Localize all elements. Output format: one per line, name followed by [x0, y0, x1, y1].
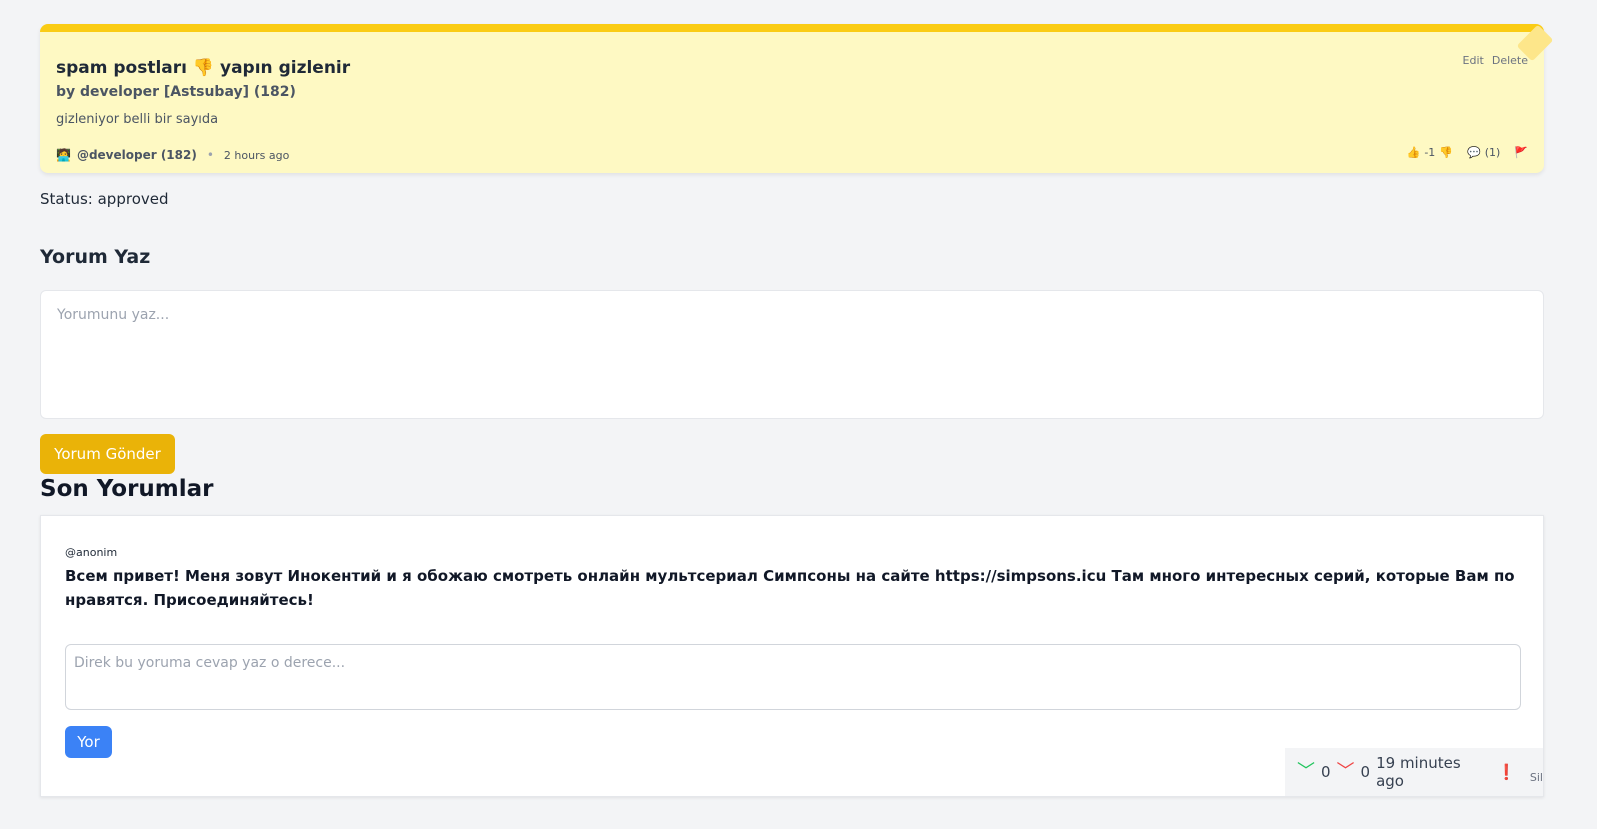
- post-stats: 👍 -1 👎 💬 (1) 🚩: [1407, 146, 1528, 159]
- speech-bubble-icon: 💬: [1467, 146, 1481, 159]
- post-card: spam postları 👎 yapın gizlenir by develo…: [40, 24, 1554, 173]
- post-score: -1: [1424, 146, 1436, 159]
- comment-text: Всем привет! Меня зовут Инокентий и я об…: [65, 567, 1515, 609]
- post-body: gizleniyor belli bir sayıda: [56, 112, 219, 127]
- meta-separator: •: [206, 148, 214, 162]
- upvote-count: 0: [1321, 763, 1331, 781]
- post-user-handle[interactable]: @developer (182): [77, 148, 197, 162]
- reply-input[interactable]: [65, 644, 1521, 710]
- reply-button[interactable]: Yor: [65, 726, 112, 758]
- thumbs-up-icon[interactable]: 👍: [1407, 146, 1421, 159]
- comment-time: 19 minutes ago: [1376, 754, 1461, 790]
- comment-footer: ﹀ 0 ﹀ 0 19 minutes ago ❗ Sil: [1285, 748, 1543, 796]
- upvote-chevron-icon[interactable]: ﹀: [1297, 763, 1315, 781]
- delete-comment-link[interactable]: Sil: [1530, 771, 1543, 784]
- report-icon[interactable]: ❗: [1497, 763, 1516, 781]
- downvote-chevron-icon[interactable]: ﹀: [1337, 763, 1355, 781]
- flag-icon[interactable]: 🚩: [1514, 146, 1528, 159]
- vote-group: 👍 -1 👎: [1407, 146, 1453, 159]
- post-title: spam postları 👎 yapın gizlenir: [56, 58, 351, 78]
- post-time: 2 hours ago: [223, 148, 290, 162]
- delete-link[interactable]: Delete: [1492, 54, 1528, 67]
- post-author: by developer [Astsubay] (182): [56, 84, 296, 100]
- post-meta: 🧑‍💻 @developer (182) • 2 hours ago: [56, 148, 289, 162]
- recent-comments-heading: Son Yorumlar: [40, 476, 214, 502]
- thumbs-down-icon[interactable]: 👎: [1439, 146, 1453, 159]
- downvote-count: 0: [1360, 763, 1371, 781]
- comment-count-group[interactable]: 💬 (1): [1467, 146, 1500, 159]
- submit-comment-button[interactable]: Yorum Gönder: [40, 434, 175, 474]
- comment-form-heading: Yorum Yaz: [40, 246, 151, 268]
- comment-card: @anonim Всем привет! Меня зовут Инокенти…: [40, 515, 1544, 797]
- user-avatar-icon: 🧑‍💻: [56, 148, 71, 162]
- comment-count: (1): [1484, 146, 1501, 159]
- edit-link[interactable]: Edit: [1463, 54, 1484, 67]
- post-status: Status: approved: [40, 190, 169, 208]
- comment-input[interactable]: [40, 290, 1544, 419]
- post-actions: Edit Delete: [1463, 54, 1528, 67]
- comment-author[interactable]: @anonim: [65, 546, 117, 559]
